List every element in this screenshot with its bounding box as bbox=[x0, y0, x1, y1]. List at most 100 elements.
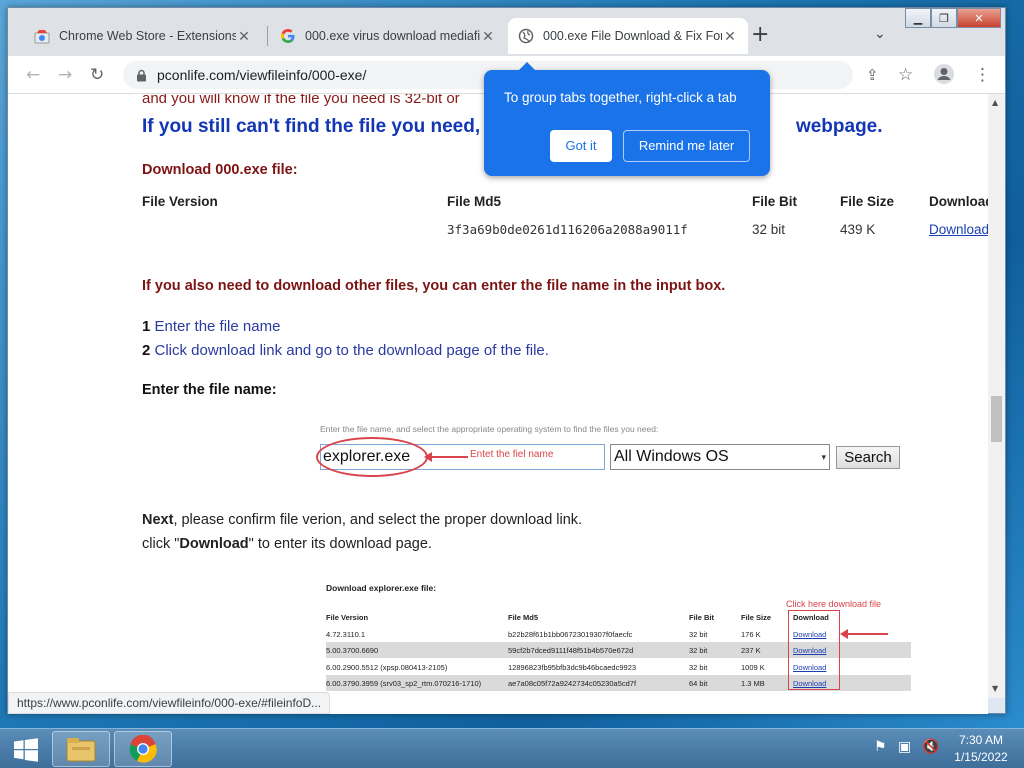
start-button-windows-icon[interactable] bbox=[6, 734, 46, 766]
bookmark-star-icon[interactable]: ☆ bbox=[898, 65, 913, 85]
step-text: Enter the file name bbox=[154, 318, 281, 335]
cell-bit: 32 bit bbox=[689, 645, 708, 655]
tab-strip: Chrome Web Store - Extensions ✕ 000.exe … bbox=[8, 8, 1005, 56]
cell-md5: b22b28f61b1bb06723019307f0faecfc bbox=[508, 629, 633, 639]
cell-version: 4.72.3110.1 bbox=[326, 629, 366, 639]
file-explorer-icon[interactable] bbox=[52, 731, 110, 767]
cell-version: 6.00.3790.3959 (srv03_sp2_rtm.070216-171… bbox=[326, 678, 482, 688]
cell-size: 176 K bbox=[741, 629, 761, 639]
dropdown-arrow-icon: ▾ bbox=[821, 452, 826, 462]
highlight-oval bbox=[316, 437, 428, 477]
tab-000exe-virus-search[interactable]: 000.exe virus download mediafire ✕ bbox=[270, 18, 506, 54]
tab-000exe-file-download[interactable]: 000.exe File Download & Fix For ✕ bbox=[508, 18, 748, 54]
clock-time: 7:30 AM bbox=[958, 733, 1004, 747]
remind-me-later-button[interactable]: Remind me later bbox=[623, 130, 750, 162]
profile-avatar-icon[interactable] bbox=[933, 63, 955, 90]
tab-title: 000.exe virus download mediafire bbox=[305, 29, 480, 43]
example-search-image: Enter the file name, and select the appr… bbox=[316, 424, 910, 484]
enter-file-name-label: Enter the file name: bbox=[142, 382, 277, 398]
tab-group-tip-popup: To group tabs together, right-click a ta… bbox=[484, 62, 770, 176]
page-scrollbar[interactable]: ▲ ▼ bbox=[988, 94, 1005, 698]
download-link[interactable]: Download bbox=[929, 222, 988, 237]
cell-bit: 32 bit bbox=[689, 629, 708, 639]
cell-version: 5.00.3700.6690 bbox=[326, 645, 379, 655]
clock-date: 1/15/2022 bbox=[954, 750, 1008, 764]
tab-search-chevron-icon[interactable]: ⌄ bbox=[874, 26, 886, 42]
file-size: 439 K bbox=[840, 222, 876, 237]
also-download-note: If you also need to download other files… bbox=[142, 278, 726, 294]
close-window-icon[interactable]: ✕ bbox=[957, 8, 1001, 28]
col-version: File Version bbox=[326, 612, 369, 622]
new-tab-button[interactable]: + bbox=[751, 24, 769, 46]
tab-title: Chrome Web Store - Extensions bbox=[59, 29, 236, 43]
next-instructions: Next, please confirm file verion, and se… bbox=[142, 508, 582, 556]
step-number: 1 bbox=[142, 318, 151, 335]
cell-size: 237 K bbox=[741, 645, 761, 655]
step-1: 1 Enter the file name bbox=[142, 318, 280, 335]
download-heading: Download 000.exe file: bbox=[142, 162, 298, 178]
file-md5: 3f3a69b0de0261d116206a2088a9011f bbox=[447, 222, 688, 237]
os-select-value: All Windows OS bbox=[614, 448, 729, 465]
close-tab-icon[interactable]: ✕ bbox=[480, 28, 496, 45]
reload-icon[interactable]: ↻ bbox=[90, 65, 104, 85]
scrollbar-thumb[interactable] bbox=[991, 396, 1002, 442]
click-hint: Click here download file bbox=[786, 599, 882, 609]
share-icon[interactable]: ⇪ bbox=[866, 65, 879, 85]
th-file-version: File Version bbox=[142, 194, 218, 209]
tab-title: 000.exe File Download & Fix For bbox=[543, 29, 722, 43]
window-controls: ▁ ❐ ✕ bbox=[905, 8, 1001, 28]
scroll-down-icon[interactable]: ▼ bbox=[992, 684, 998, 693]
chrome-window: Chrome Web Store - Extensions ✕ 000.exe … bbox=[7, 7, 1006, 714]
file-bit: 32 bit bbox=[752, 222, 786, 237]
click-post: " to enter its download page. bbox=[248, 536, 432, 552]
back-arrow-icon[interactable]: ← bbox=[26, 65, 40, 85]
menu-kebab-icon[interactable]: ⋮ bbox=[974, 65, 991, 85]
cell-bit: 32 bit bbox=[689, 662, 708, 672]
example-table-image: Download explorer.exe file: Click here d… bbox=[326, 580, 916, 714]
popup-message: To group tabs together, right-click a ta… bbox=[504, 90, 737, 105]
system-clock[interactable]: 7:30 AM 1/15/2022 bbox=[946, 732, 1016, 766]
next-rest: , please confirm file verion, and select… bbox=[173, 512, 583, 528]
windows-taskbar: ⚑ ▣ 🔇 7:30 AM 1/15/2022 bbox=[0, 728, 1024, 768]
cell-md5: 59cf2b7dced9111f48f51b4b570e672d bbox=[508, 645, 634, 655]
cell-size: 1.3 MB bbox=[741, 678, 765, 688]
red-arrow-icon bbox=[840, 629, 888, 639]
next-bold: Next bbox=[142, 512, 174, 528]
partial-text: and you will know if the file you need i… bbox=[142, 94, 460, 107]
close-tab-icon[interactable]: ✕ bbox=[722, 28, 738, 45]
forward-arrow-icon[interactable]: → bbox=[58, 65, 72, 85]
click-pre: click " bbox=[142, 536, 180, 552]
click-bold: Download bbox=[179, 536, 249, 552]
example-os-select: All Windows OS ▾ bbox=[610, 444, 830, 470]
example-hint: Entet the fiel name bbox=[470, 449, 554, 460]
chrome-web-store-icon bbox=[34, 28, 50, 44]
action-center-flag-icon[interactable]: ⚑ bbox=[874, 739, 887, 755]
cell-md5: ae7a08c05f72a9242734c05230a5cd7f bbox=[508, 678, 637, 688]
tab-separator bbox=[267, 26, 268, 46]
minimize-icon[interactable]: ▁ bbox=[905, 8, 931, 28]
got-it-button[interactable]: Got it bbox=[550, 130, 612, 162]
scroll-up-icon[interactable]: ▲ bbox=[992, 98, 998, 107]
col-size: File Size bbox=[741, 612, 772, 622]
cell-size: 1009 K bbox=[741, 662, 765, 672]
th-download: Download bbox=[929, 194, 988, 209]
close-tab-icon[interactable]: ✕ bbox=[236, 28, 252, 45]
highlight-box bbox=[788, 610, 840, 690]
tab-chrome-web-store[interactable]: Chrome Web Store - Extensions ✕ bbox=[24, 18, 262, 54]
maximize-icon[interactable]: ❐ bbox=[931, 8, 957, 28]
big-prompt-tail: webpage. bbox=[795, 116, 883, 137]
col-md5: File Md5 bbox=[508, 612, 539, 622]
example-search-button: Search bbox=[836, 446, 900, 469]
th-file-md5: File Md5 bbox=[447, 194, 502, 209]
th-file-bit: File Bit bbox=[752, 194, 798, 209]
network-icon[interactable]: ▣ bbox=[898, 739, 911, 755]
big-prompt-text: If you still can't find the file you nee… bbox=[142, 116, 496, 137]
chrome-icon[interactable] bbox=[114, 731, 172, 767]
volume-muted-icon[interactable]: 🔇 bbox=[922, 739, 939, 755]
step-2: 2 Click download link and go to the down… bbox=[142, 342, 549, 359]
example-caption: Enter the file name, and select the appr… bbox=[320, 424, 659, 434]
step-text: Click download link and go to the downlo… bbox=[154, 342, 549, 359]
lock-icon[interactable] bbox=[135, 68, 147, 82]
red-arrow-icon bbox=[424, 452, 468, 462]
step-number: 2 bbox=[142, 342, 151, 359]
